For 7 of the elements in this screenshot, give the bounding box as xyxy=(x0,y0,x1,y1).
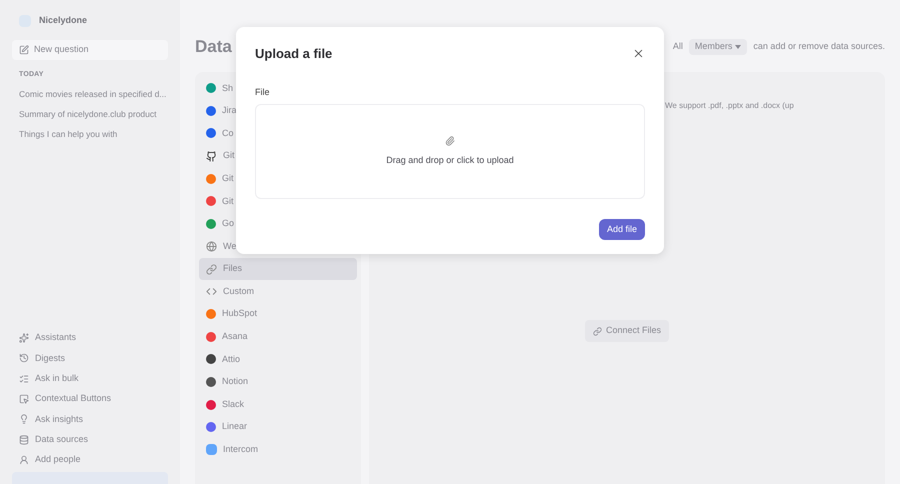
workspace-name: Nicelydone xyxy=(39,14,88,27)
page-title: Data xyxy=(195,36,232,58)
access-description: can add or remove data sources. xyxy=(753,40,885,54)
field-label: File xyxy=(255,86,271,98)
dialog-title: Upload a file xyxy=(255,45,332,63)
access-prefix: All xyxy=(672,40,683,54)
support-note: We support .pdf, .pptx and .docx (up xyxy=(665,100,795,112)
